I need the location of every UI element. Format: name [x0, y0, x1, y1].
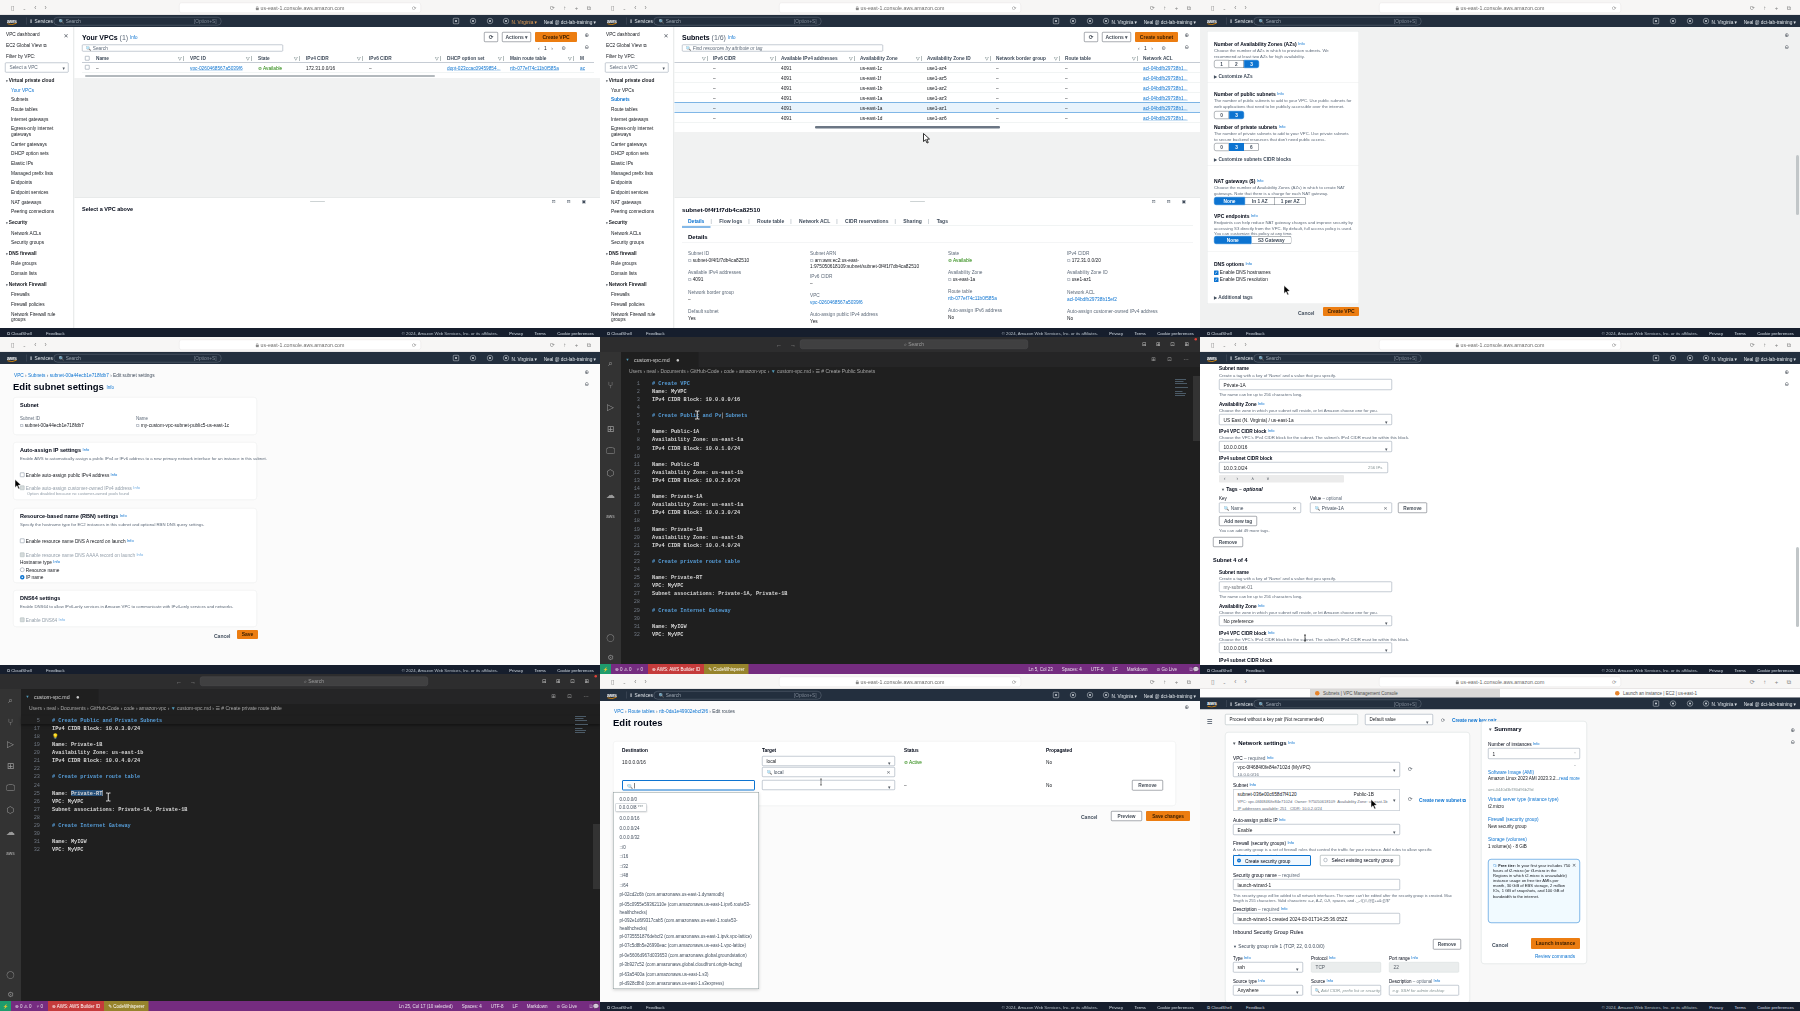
svg-text:aws: aws: [1207, 701, 1217, 707]
svg-text:aws: aws: [7, 18, 17, 24]
svg-text:aws: aws: [607, 692, 617, 698]
svg-text:aws: aws: [1207, 355, 1217, 361]
svg-text:aws: aws: [7, 355, 17, 361]
svg-text:aws: aws: [607, 18, 617, 24]
svg-text:aws: aws: [1207, 18, 1217, 24]
